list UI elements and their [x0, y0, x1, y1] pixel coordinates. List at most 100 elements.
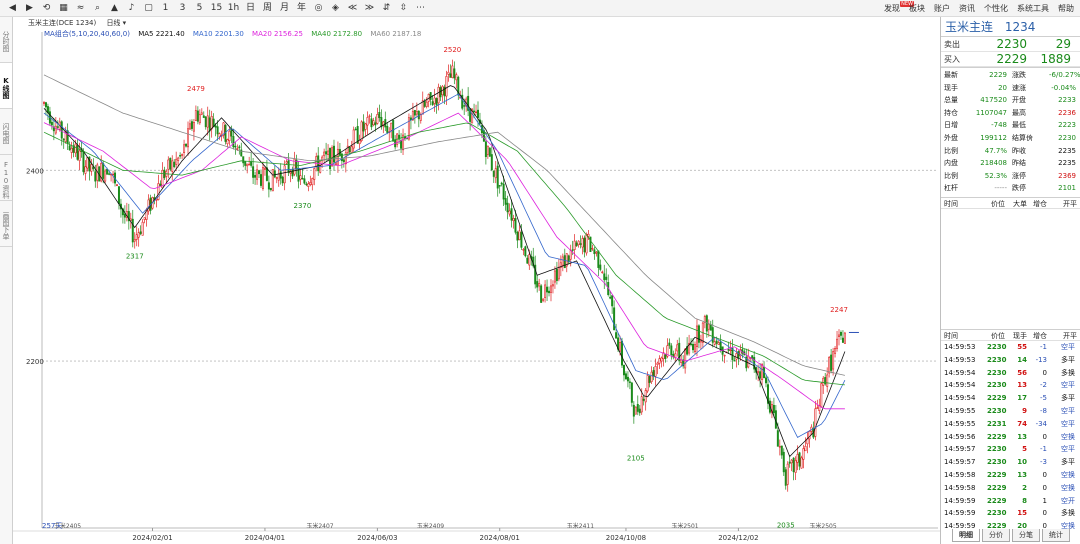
stat-value: 20 [998, 83, 1007, 92]
table-row[interactable]: 14:59:57 2230 5 -1 空平 [941, 443, 1080, 456]
detail-tab-0[interactable]: 明细 [952, 529, 980, 542]
menu-item-3[interactable]: 资讯 [959, 0, 975, 17]
tick-type: 多平 [1061, 394, 1075, 403]
tick-volume: 15 [1017, 509, 1027, 518]
candle-body [502, 183, 505, 200]
stat-value: 47.7% [984, 146, 1007, 155]
table-row[interactable]: 14:59:57 2230 10 -3 多平 [941, 456, 1080, 469]
candle-body [70, 148, 73, 153]
candle-body [727, 349, 730, 351]
bid-row[interactable]: 买入 2229 1889 [941, 52, 1080, 67]
extreme-label: 2520 [443, 46, 461, 54]
candle-body [603, 273, 606, 281]
detail-tab-3[interactable]: 统计 [1042, 529, 1070, 542]
table-row[interactable]: 14:59:53 2230 55 -1 空平 [941, 341, 1080, 354]
table-row[interactable]: 14:59:59 2229 8 1 空开 [941, 495, 1080, 508]
stat-label: 总量 [944, 96, 958, 105]
tick-volume: 17 [1017, 394, 1027, 403]
ma-group-label[interactable]: MA组合(5,10,20,40,60,0) [44, 30, 130, 38]
detail-tab-1[interactable]: 分价 [982, 529, 1010, 542]
candle-body [445, 76, 448, 97]
x-tick-label: 2024/08/01 [480, 534, 520, 542]
tick-oi-change: -3 [1040, 458, 1047, 467]
candle-body [56, 126, 59, 128]
x-tick-label: 2024/04/01 [245, 534, 285, 542]
table-row[interactable]: 14:59:55 2230 9 -8 空平 [941, 405, 1080, 418]
candle-body [695, 325, 698, 348]
candle-body [634, 406, 637, 415]
candle-body [733, 360, 736, 362]
x-tick-label: 2024/02/01 [132, 534, 172, 542]
candle-body [392, 120, 395, 142]
menu-item-4[interactable]: 个性化 [984, 0, 1008, 17]
column-header: 增仓 [1033, 332, 1047, 340]
tick-list[interactable]: 时间 价位 现手 增仓 开平 14:59:53 2230 55 -1 空平 14:59:53 2230… [941, 329, 1080, 533]
candle-body [757, 371, 760, 373]
candle-body [676, 344, 679, 352]
candle-body [654, 366, 657, 377]
candle-body [226, 139, 229, 145]
table-row[interactable]: 14:59:53 2230 14 -13 多平 [941, 354, 1080, 367]
detail-tabs: 明细 分价 分笔 统计 [952, 529, 1072, 542]
stat-value: 52.3% [984, 171, 1007, 180]
chevron-down-icon[interactable]: ▾ [1029, 134, 1033, 142]
menu-item-5[interactable]: 系统工具 [1017, 0, 1049, 17]
stat-label: 日增 [944, 121, 958, 130]
candle-body [421, 100, 424, 115]
ask-row[interactable]: 卖出 2230 29 [941, 37, 1080, 52]
candle-body [528, 254, 531, 266]
stat-value: -748 [991, 121, 1007, 130]
candle-body [692, 343, 695, 351]
candle-body [370, 118, 373, 128]
tick-time: 14:59:59 [944, 509, 976, 518]
candle-body [834, 348, 837, 354]
stat-row: 比例 47.7% 昨收 2235 [941, 145, 1080, 158]
candle-body [496, 165, 499, 189]
table-row[interactable]: 14:59:55 2231 74 -34 空平 [941, 418, 1080, 431]
candle-body [354, 128, 357, 131]
column-header: 时间 [944, 199, 958, 208]
candle-body [626, 376, 629, 382]
table-row[interactable]: 14:59:59 2230 15 0 多换 [941, 507, 1080, 520]
menu-item-6[interactable]: 帮助 [1058, 0, 1074, 17]
table-row[interactable]: 14:59:58 2229 2 0 空换 [941, 482, 1080, 495]
stat-label: 跌停 [1012, 184, 1026, 193]
candle-body [242, 156, 245, 164]
kline-chart[interactable]: 2400 2200 2024/02/01 2024/04/01 2024/06/03 20… [0, 0, 940, 544]
candle-body [439, 87, 442, 98]
period-select[interactable]: 日线 [106, 19, 120, 27]
tick-time: 14:59:54 [944, 368, 976, 377]
candle-body [258, 170, 261, 175]
candle-body [425, 101, 428, 107]
table-row[interactable]: 14:59:54 2230 13 -2 空平 [941, 379, 1080, 392]
candle-body [628, 381, 631, 383]
chevron-down-icon[interactable]: ▾ [120, 19, 127, 27]
candle-body [352, 129, 355, 149]
stat-label: 昨结 [1012, 159, 1026, 168]
candle-body [709, 324, 712, 331]
stat-row: 内盘 218408 昨结 2235 [941, 157, 1080, 170]
candle-body [54, 125, 57, 134]
candle-body [181, 154, 184, 156]
candle-body [78, 150, 81, 162]
detail-tab-2[interactable]: 分笔 [1012, 529, 1040, 542]
candle-body [364, 123, 367, 130]
stat-row: 最新 2229 涨跌 -6/0.27% [941, 69, 1080, 82]
candle-body [585, 234, 588, 254]
table-row[interactable]: 14:59:54 2230 56 0 多换 [941, 367, 1080, 380]
candle-body [622, 364, 625, 376]
tick-price: 2230 [987, 509, 1007, 518]
tick-time: 14:59:53 [944, 355, 976, 364]
stat-row: 持仓 1107047 最高 2236 [941, 107, 1080, 120]
stat-value: 2236 [1058, 108, 1076, 117]
candle-body [66, 130, 69, 145]
candle-body [820, 383, 823, 408]
candle-body [287, 160, 290, 173]
table-row[interactable]: 14:59:56 2229 13 0 空换 [941, 431, 1080, 444]
tick-type: 空平 [1061, 445, 1075, 454]
table-row[interactable]: 14:59:58 2229 13 0 空换 [941, 469, 1080, 482]
candle-body [737, 351, 740, 359]
table-row[interactable]: 14:59:54 2229 17 -5 多平 [941, 392, 1080, 405]
candle-body [648, 376, 651, 383]
extreme-label: 2105 [627, 455, 645, 463]
